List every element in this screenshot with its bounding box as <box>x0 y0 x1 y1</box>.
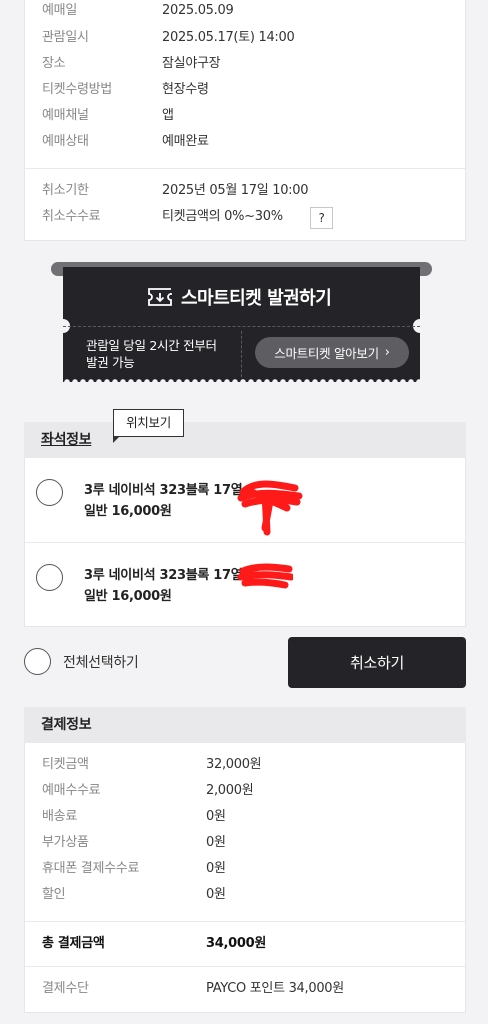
ticket-perforation <box>241 331 242 377</box>
cancel-fee-help-button[interactable]: ? <box>310 207 333 229</box>
smart-ticket-issue-button[interactable]: 스마트티켓 발권하기 <box>147 286 332 309</box>
row-label: 할인 <box>42 887 66 902</box>
seat-list: 3루 네이비석 323블록 17열 일반 16,000원 3루 네이비석 323… <box>24 458 466 627</box>
seat-price: 일반 16,000원 <box>84 589 172 604</box>
select-all-label: 전체선택하기 <box>63 654 139 671</box>
seat-location: 3루 네이비석 323블록 17열 <box>84 483 243 498</box>
redaction-scribble <box>237 563 293 589</box>
row-label: 총 결제금액 <box>42 936 105 951</box>
row-label: 티켓금액 <box>42 757 89 772</box>
ticket-perforation <box>63 326 420 327</box>
divider <box>25 921 465 922</box>
row-label: 예매채널 <box>42 108 89 123</box>
booking-detail-page: 예매일 2025.05.09 관람일시 2025.05.17(토) 14:00 … <box>0 0 488 1024</box>
row-value: 2,000원 <box>206 783 254 798</box>
smart-ticket-title: 스마트티켓 발권하기 <box>181 288 332 309</box>
row-value: 0원 <box>206 809 226 824</box>
smart-ticket-banner[interactable]: 스마트티켓 발권하기 관람일 당일 2시간 전부터 발권 가능 스마트티켓 알아… <box>63 267 420 382</box>
row-label: 티켓수령방법 <box>42 82 112 97</box>
row-label: 취소수수료 <box>42 209 101 224</box>
view-location-tooltip[interactable]: 위치보기 <box>113 409 184 443</box>
section-title: 결제정보 <box>41 717 92 733</box>
payment-info-card: 티켓금액 32,000원 예매수수료 2,000원 배송료 0원 부가상품 0원… <box>24 743 466 1013</box>
redaction-scribble <box>237 480 303 536</box>
seat-radio[interactable] <box>36 479 63 506</box>
seat-item[interactable]: 3루 네이비석 323블록 17열 일반 16,000원 <box>25 458 465 542</box>
row-value: 잠실야구장 <box>162 56 221 71</box>
row-label: 휴대폰 결제수수료 <box>42 861 140 876</box>
row-label: 예매수수료 <box>42 783 101 798</box>
row-label: 장소 <box>42 56 66 71</box>
row-value: 현장수령 <box>162 82 209 97</box>
row-label: 부가상품 <box>42 835 89 850</box>
divider <box>25 168 465 169</box>
learn-smart-ticket-button[interactable]: 스마트티켓 알아보기 › <box>255 337 409 368</box>
select-all-radio[interactable] <box>24 648 51 675</box>
row-value: 0원 <box>206 887 226 902</box>
booking-info-card: 예매일 2025.05.09 관람일시 2025.05.17(토) 14:00 … <box>24 0 466 241</box>
learn-smart-ticket-label: 스마트티켓 알아보기 <box>274 346 379 361</box>
row-label: 결제수단 <box>42 981 89 996</box>
seat-text: 3루 네이비석 323블록 17열 일반 16,000원 <box>84 565 243 607</box>
row-label: 예매일 <box>42 3 77 18</box>
row-value: 2025.05.09 <box>162 3 234 18</box>
smart-ticket-note: 관람일 당일 2시간 전부터 발권 가능 <box>86 338 217 370</box>
ticket-scallop-edge <box>63 376 420 382</box>
row-label: 관람일시 <box>42 30 89 45</box>
seat-text: 3루 네이비석 323블록 17열 일반 16,000원 <box>84 480 243 522</box>
seat-info-header: 좌석정보 <box>24 422 466 458</box>
seat-item[interactable]: 3루 네이비석 323블록 17열 일반 16,000원 <box>25 542 465 626</box>
divider <box>25 966 465 967</box>
row-value: 2025년 05월 17일 10:00 <box>162 183 309 198</box>
select-all-toggle[interactable]: 전체선택하기 <box>24 648 139 675</box>
payment-info-header: 결제정보 <box>24 707 466 743</box>
row-value: 티켓금액의 0%~30% <box>162 209 283 224</box>
row-label: 배송료 <box>42 809 77 824</box>
row-label: 예매상태 <box>42 134 89 149</box>
row-label: 취소기한 <box>42 183 89 198</box>
cancel-button[interactable]: 취소하기 <box>288 637 466 688</box>
row-value: 0원 <box>206 835 226 850</box>
row-value: 2025.05.17(토) 14:00 <box>162 30 295 45</box>
cancel-fee-row: 취소수수료 티켓금액의 0%~30% ? <box>42 207 462 229</box>
row-value: PAYCO 포인트 34,000원 <box>206 981 344 996</box>
ticket-download-icon <box>148 288 172 306</box>
section-title: 좌석정보 <box>41 432 92 448</box>
seat-radio[interactable] <box>36 564 63 591</box>
row-value: 34,000원 <box>206 936 267 951</box>
row-value: 0원 <box>206 861 226 876</box>
row-value: 앱 <box>162 108 174 123</box>
seat-location: 3루 네이비석 323블록 17열 <box>84 568 243 583</box>
seat-price: 일반 16,000원 <box>84 504 172 519</box>
chevron-right-icon: › <box>384 345 390 360</box>
row-value: 예매완료 <box>162 134 209 149</box>
row-value: 32,000원 <box>206 757 262 772</box>
